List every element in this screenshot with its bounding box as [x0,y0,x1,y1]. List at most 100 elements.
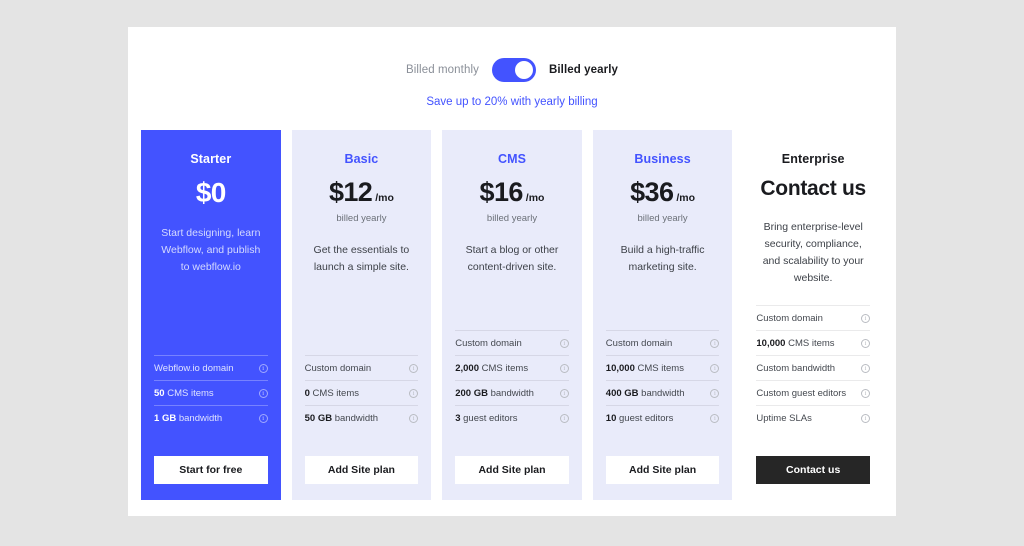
pricing-card-starter: Starter $0 Start designing, learn Webflow,… [141,130,281,500]
plan-name: Business [634,152,691,166]
feature-row: 10,000 CMS items i [605,355,720,380]
card-spacer [305,276,419,355]
feature-label: Custom bandwidth [756,362,836,374]
pricing-panel: Billed monthly Billed yearly Save up to … [128,27,896,516]
plan-price-row: $36/mo [606,177,720,208]
feature-row: 2,000 CMS items i [455,355,569,380]
feature-label: 0 CMS items [304,387,359,399]
plan-billing-note: billed yearly [637,213,688,224]
feature-row: Custom domain i [605,330,720,355]
feature-row: Custom guest editors i [756,380,870,405]
feature-value: 50 [154,387,165,399]
billing-period-toggle[interactable] [491,58,536,82]
feature-row: Custom domain i [756,305,870,330]
feature-row: 50 GB bandwidth i [304,405,419,430]
plan-price-row: Contact us [756,177,870,201]
info-icon[interactable]: i [559,363,569,373]
info-icon[interactable]: i [409,413,419,423]
feature-value: 1 GB [154,412,177,424]
info-icon[interactable]: i [409,363,419,373]
feature-label: 200 GB bandwidth [455,387,534,399]
feature-row: 50 CMS items i [154,380,268,405]
info-icon[interactable]: i [258,388,268,398]
feature-row: 0 CMS items i [304,380,419,405]
feature-label: 50 GB bandwidth [304,412,379,424]
info-icon[interactable]: i [258,413,268,423]
feature-row: 1 GB bandwidth i [154,405,268,430]
info-icon[interactable]: i [559,413,569,423]
toggle-knob [514,61,533,79]
plan-price: $0 [195,177,227,208]
plan-name: Starter [190,152,232,166]
pricing-card-cms: CMS $16/mo billed yearly Start a blog or ot… [442,130,582,500]
feature-value: 200 GB [455,387,488,399]
info-icon[interactable]: i [710,413,720,423]
pricing-card-enterprise: Enterprise Contact us Bring enterprise-lev… [743,130,883,500]
feature-value: 10,000 [756,337,786,349]
plan-price: $36 [630,177,674,207]
info-icon[interactable]: i [860,338,870,348]
feature-label: Custom domain [756,312,823,324]
info-icon[interactable]: i [258,363,268,373]
feature-row: Custom domain i [455,330,569,355]
feature-label: 10,000 CMS items [605,362,684,374]
billing-toggle-row: Billed monthly Billed yearly [128,58,896,82]
info-icon[interactable]: i [860,313,870,323]
billed-yearly-label[interactable]: Billed yearly [549,64,618,76]
plan-cta-button[interactable]: Contact us [756,456,870,484]
plan-description: Get the essentials to launch a simple si… [313,244,410,273]
info-icon[interactable]: i [559,388,569,398]
plan-feature-list: Custom domain i 0 CMS items i 50 GB bandwidt… [304,355,419,430]
info-icon[interactable]: i [860,413,870,423]
feature-row: 200 GB bandwidth i [455,380,569,405]
feature-value: 10 [605,412,617,424]
plan-price-row: $0 [154,177,268,209]
plan-description: Start a blog or other content-driven sit… [465,244,559,273]
feature-label: 10,000 CMS items [756,337,835,349]
plan-cta-button[interactable]: Add Site plan [605,456,720,484]
plan-feature-list: Custom domain i 10,000 CMS items i Custom ba… [756,305,870,430]
feature-label: 10 guest editors [605,412,674,424]
feature-row: Uptime SLAs i [756,405,870,430]
billed-monthly-label[interactable]: Billed monthly [406,64,479,76]
plan-feature-list: Webflow.io domain i 50 CMS items i 1 GB band… [154,355,268,430]
plan-price-period: /mo [676,192,696,204]
info-icon[interactable]: i [409,388,419,398]
feature-row: Webflow.io domain i [154,355,268,380]
feature-label: 2,000 CMS items [455,362,529,374]
card-spacer [756,287,870,305]
info-icon[interactable]: i [710,388,720,398]
feature-value: 400 GB [605,387,639,399]
plan-billing-note: billed yearly [336,213,387,224]
plan-feature-list: Custom domain i 2,000 CMS items i 200 GB ban… [455,330,569,430]
info-icon[interactable]: i [860,388,870,398]
feature-row: 3 guest editors i [455,405,569,430]
plan-cta-button[interactable]: Add Site plan [304,456,419,484]
info-icon[interactable]: i [710,338,720,348]
plan-billing-note: billed yearly [486,213,538,224]
plan-name: CMS [497,152,527,166]
info-icon[interactable]: i [559,338,569,348]
feature-label: Uptime SLAs [756,412,812,424]
pricing-card-basic: Basic $12/mo billed yearly Get the essentia… [291,130,432,500]
feature-value: 50 GB [304,412,333,424]
feature-label: 1 GB bandwidth [154,412,223,424]
plan-cta-button[interactable]: Add Site plan [455,456,569,484]
plan-description: Bring enterprise-level security, complia… [762,221,864,284]
plan-name: Enterprise [781,152,845,166]
plan-cta-button[interactable]: Start for free [154,456,268,484]
info-icon[interactable]: i [860,363,870,373]
info-icon[interactable]: i [710,363,720,373]
plan-price-period: /mo [375,192,394,204]
yearly-savings-note[interactable]: Save up to 20% with yearly billing [128,96,896,108]
feature-value: 3 [455,412,461,424]
feature-label: Custom domain [605,337,673,349]
card-spacer [606,276,720,330]
plan-price: $16 [479,177,524,207]
feature-row: 10 guest editors i [605,405,720,430]
pricing-card-business: Business $36/mo billed yearly Build a high-… [592,130,733,500]
feature-label: Custom domain [455,337,522,349]
feature-value: 2,000 [455,362,479,374]
plan-price-period: /mo [525,192,545,204]
plan-description: Start designing, learn Webflow, and publ… [161,227,261,273]
